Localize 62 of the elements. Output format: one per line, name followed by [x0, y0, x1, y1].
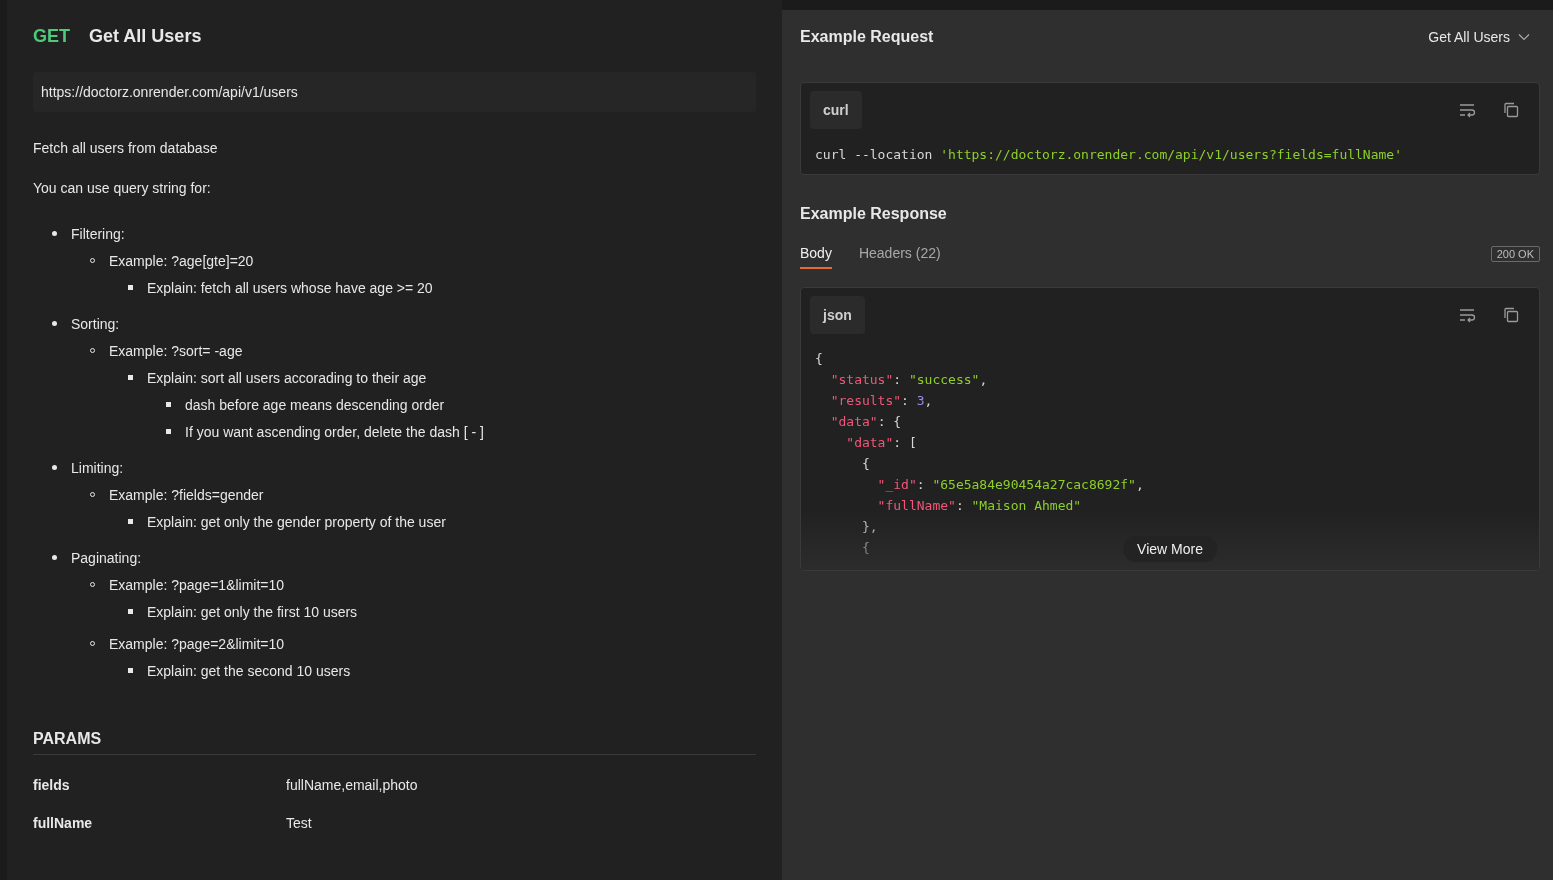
wrap-icon[interactable] — [1458, 306, 1476, 324]
bullet-icon — [128, 609, 133, 614]
bullet-icon — [52, 555, 57, 560]
list-item-text: Explain: get only the gender property of the user — [147, 513, 446, 530]
list-item-text: Filtering: — [71, 225, 125, 242]
code-line: { — [815, 350, 823, 368]
list-item-text: Explain: fetch all users whose have age >= 20 — [147, 279, 433, 296]
bullet-icon — [128, 375, 133, 380]
status-badge: 200 OK — [1490, 246, 1540, 262]
list-item-text: Explain: get the second 10 users — [147, 662, 351, 679]
list-item-text: Limiting: — [71, 459, 124, 476]
list-item-text: Explain: get only the first 10 users — [147, 603, 358, 620]
param-name: fullName — [33, 815, 94, 831]
code-line: "data": { — [829, 413, 902, 431]
description-text: You can use query string for: — [33, 180, 212, 196]
code-line: }, — [860, 518, 878, 536]
language-label: json — [810, 296, 865, 334]
view-more-button[interactable]: View More — [1123, 536, 1217, 562]
list-item-text: Paginating: — [71, 549, 142, 566]
code-line: "results": 3, — [829, 392, 933, 410]
list-item-text: Example: ?sort= -age — [109, 342, 243, 359]
params-heading: PARAMS — [33, 730, 756, 755]
chevron-icon — [1518, 33, 1530, 41]
section-title: Example Request — [800, 28, 934, 46]
example-dropdown[interactable]: Get All Users — [1418, 29, 1540, 45]
param-value: fullName,email,photo — [286, 777, 418, 793]
response-tab[interactable]: Body — [800, 239, 832, 269]
param-value: Test — [286, 815, 312, 831]
list-item-text: Example: ?age[gte]=20 — [109, 252, 254, 269]
list-item-text: Example: ?page=2&limit=10 — [109, 635, 285, 652]
list-item-text: Explain: sort all users accorading to their age — [147, 369, 427, 386]
bullet-icon — [52, 321, 57, 326]
language-label: curl — [810, 91, 862, 129]
bullet-icon — [128, 668, 133, 673]
bullet-icon — [166, 402, 171, 407]
code-line: "status": "success", — [829, 371, 988, 389]
request-title: Get All Users — [89, 25, 202, 47]
list-item-text: dash before age means descending order — [185, 396, 445, 413]
bullet-icon — [52, 231, 57, 236]
description-text: Fetch all users from database — [33, 140, 219, 156]
bullet-icon — [52, 465, 57, 470]
param-name: fields — [33, 777, 71, 793]
copy-icon[interactable] — [1502, 306, 1520, 324]
wrap-icon[interactable] — [1458, 101, 1476, 119]
bullet-icon — [128, 285, 133, 290]
code-line: "fullName": "Maison Ahmed" — [876, 497, 1082, 515]
section-title: Example Response — [800, 205, 948, 223]
list-item-text: Sorting: — [71, 315, 120, 332]
code-line: "data": [ — [845, 434, 917, 452]
bullet-icon — [128, 519, 133, 524]
copy-icon[interactable] — [1502, 101, 1520, 119]
code-line: { — [860, 455, 870, 473]
list-item-text: Example: ?page=1&limit=10 — [109, 576, 285, 593]
code-line: "_id": "65e5a84e90454a27cac8692f", — [876, 476, 1144, 494]
list-item-text: If you want ascending order, delete the dash [ - ] — [185, 423, 484, 440]
response-tab[interactable]: Headers (22) — [858, 239, 941, 269]
list-item-text: Example: ?fields=gender — [109, 486, 264, 503]
bullet-icon — [166, 429, 171, 434]
code-line: curl --location 'https://doctorz.onrender.com/api/v1/users?fields=fullName' — [815, 147, 1403, 162]
code-line: { — [860, 539, 870, 557]
http-method: GET — [33, 25, 70, 47]
url-field[interactable]: https://doctorz.onrender.com/api/v1/users — [33, 72, 756, 112]
